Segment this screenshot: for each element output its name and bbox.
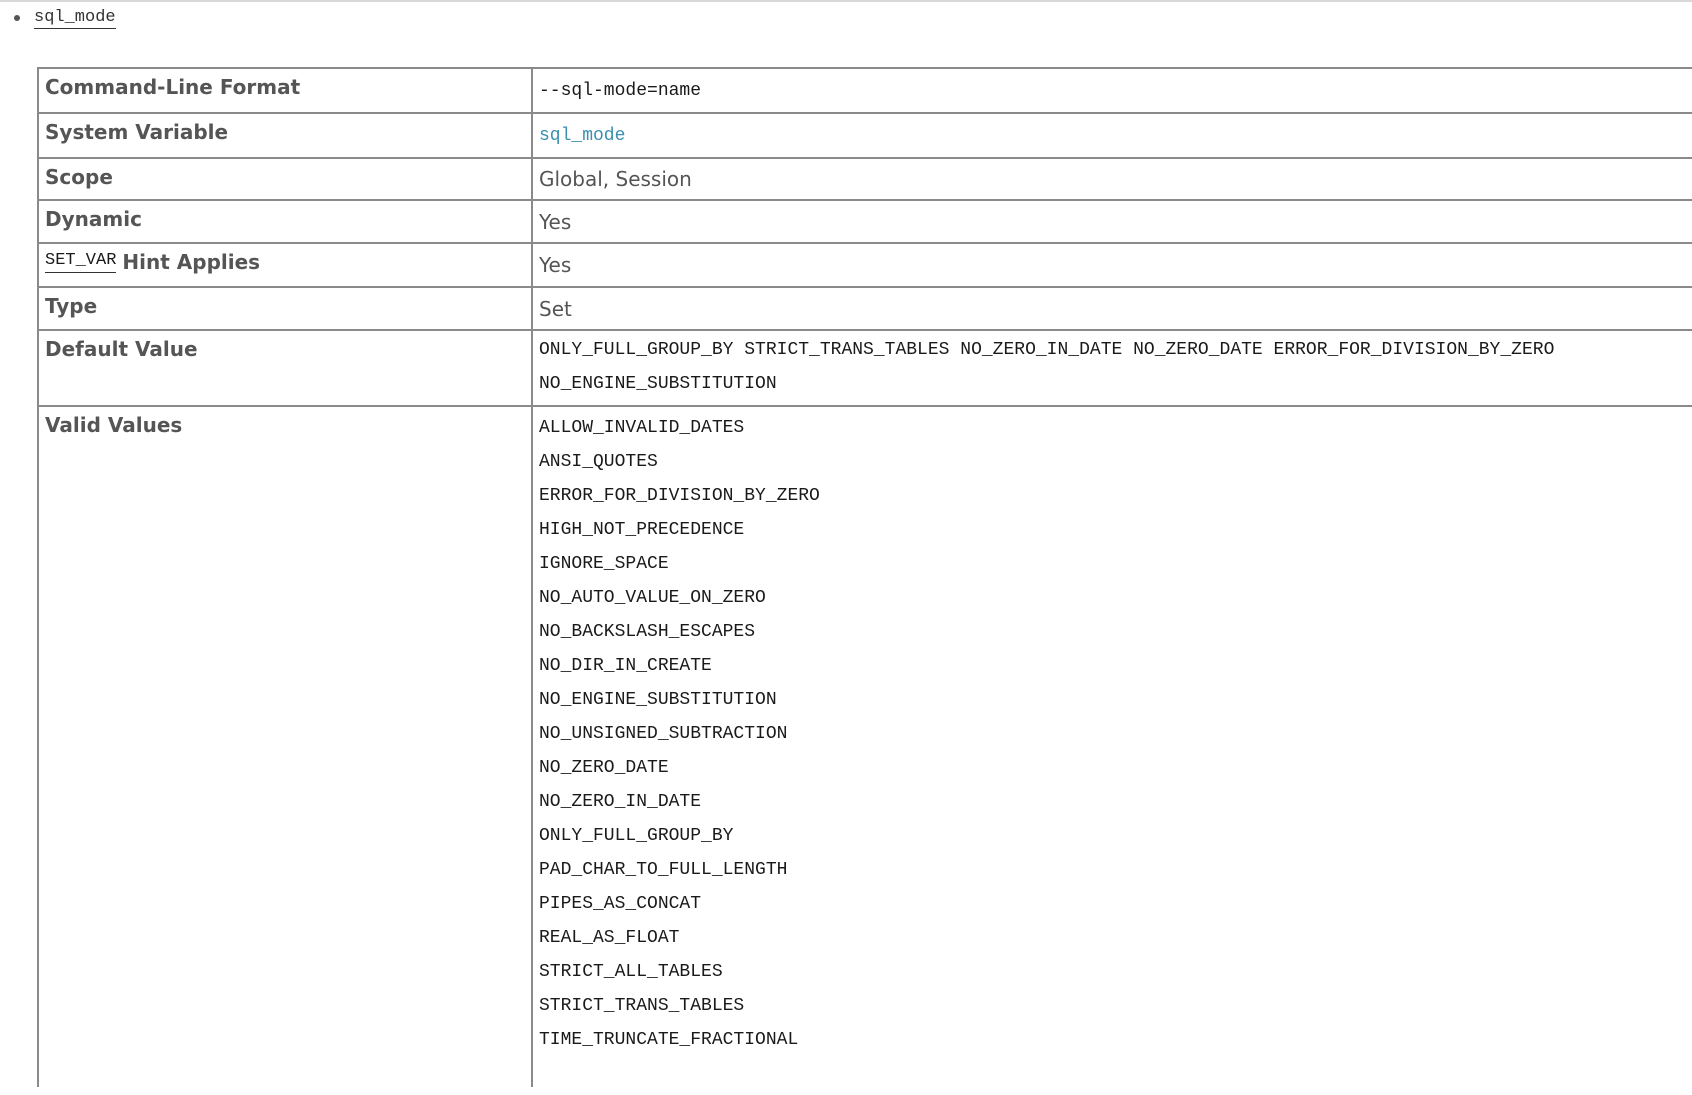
row-scope: Scope Global, Session [37,157,1692,199]
value-valid-values: ALLOW_INVALID_DATES ANSI_QUOTES ERROR_FO… [533,407,1692,1087]
row-system-variable: System Variable sql_mode [37,112,1692,157]
row-default-value: Default Value ONLY_FULL_GROUP_BY STRICT_… [37,329,1692,405]
top-divider [0,0,1692,2]
label-command-line-format: Command-Line Format [37,69,533,112]
value-command-line-format-cell: --sql-mode=name [533,69,1692,112]
valid-value-item: NO_AUTO_VALUE_ON_ZERO [539,588,766,608]
row-dynamic: Dynamic Yes [37,199,1692,242]
valid-value-item: ONLY_FULL_GROUP_BY [539,826,734,846]
value-scope: Global, Session [539,167,692,191]
set-var-link[interactable]: SET_VAR [45,250,117,273]
system-variable-link[interactable]: sql_mode [539,126,625,146]
valid-value-item: PIPES_AS_CONCAT [539,894,702,914]
valid-value-item: NO_ZERO_DATE [539,758,669,778]
valid-value-item: STRICT_TRANS_TABLES [539,996,745,1016]
valid-value-item: ALLOW_INVALID_DATES [539,418,745,438]
valid-value-item: HIGH_NOT_PRECEDENCE [539,520,745,540]
valid-value-item: NO_ZERO_IN_DATE [539,792,702,812]
value-dynamic: Yes [539,209,572,234]
valid-value-item: STRICT_ALL_TABLES [539,962,723,982]
row-command-line-format: Command-Line Format --sql-mode=name [37,67,1692,112]
valid-value-item: ANSI_QUOTES [539,452,658,472]
properties-table: Command-Line Format --sql-mode=name Syst… [37,67,1692,1087]
valid-value-item: ERROR_FOR_DIVISION_BY_ZERO [539,486,820,506]
variable-name-link[interactable]: sql_mode [34,8,116,29]
value-set-var-hint: Yes [539,253,572,277]
row-type: Type Set [37,286,1692,329]
label-type: Type [37,288,533,329]
valid-value-item: REAL_AS_FLOAT [539,928,680,948]
value-command-line-format: --sql-mode=name [539,80,702,101]
value-default-value: ONLY_FULL_GROUP_BY STRICT_TRANS_TABLES N… [533,331,1692,405]
default-value-line: NO_ENGINE_SUBSTITUTION [539,374,777,394]
valid-value-item: TIME_TRUNCATE_FRACTIONAL [539,1030,799,1050]
set-var-label-text: Hint Applies [122,250,261,274]
valid-value-item: IGNORE_SPACE [539,554,669,574]
variable-list-item: sql_mode [14,6,116,30]
label-scope: Scope [37,159,533,199]
row-valid-values: Valid Values ALLOW_INVALID_DATES ANSI_QU… [37,405,1692,1087]
valid-value-item: NO_UNSIGNED_SUBTRACTION [539,724,788,744]
valid-value-item: NO_BACKSLASH_ESCAPES [539,622,756,642]
label-dynamic: Dynamic [37,201,533,242]
valid-value-item: NO_ENGINE_SUBSTITUTION [539,690,777,710]
label-valid-values: Valid Values [37,407,533,1087]
value-type: Set [539,296,572,321]
value-system-variable-cell: sql_mode [533,114,1692,157]
default-value-line: ONLY_FULL_GROUP_BY STRICT_TRANS_TABLES N… [539,340,1555,360]
label-system-variable: System Variable [37,114,533,157]
bullet-icon [14,15,20,21]
label-set-var-hint: SET_VAR Hint Applies [37,244,533,286]
valid-value-item: PAD_CHAR_TO_FULL_LENGTH [539,860,788,880]
label-default-value: Default Value [37,331,533,405]
row-set-var-hint: SET_VAR Hint Applies Yes [37,242,1692,286]
valid-value-item: NO_DIR_IN_CREATE [539,656,712,676]
